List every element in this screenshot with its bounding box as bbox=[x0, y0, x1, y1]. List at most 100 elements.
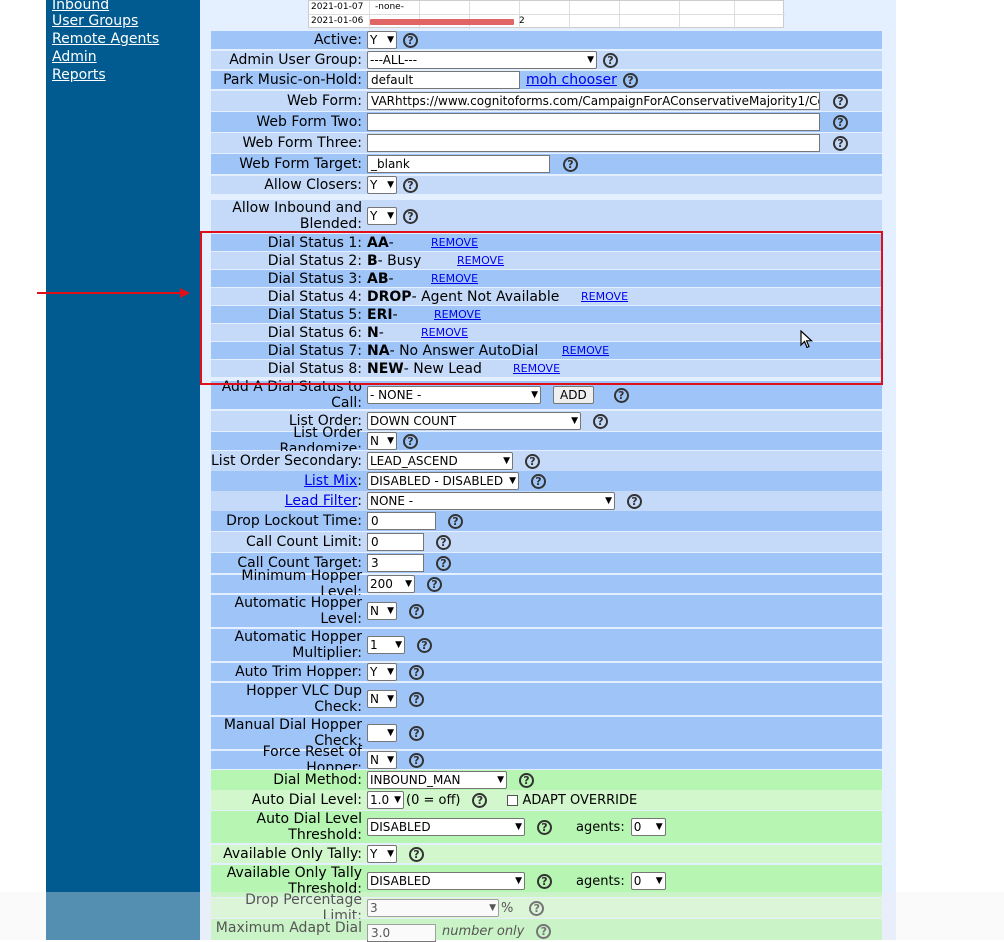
help-icon[interactable]: ? bbox=[436, 555, 451, 571]
help-icon[interactable]: ? bbox=[427, 576, 442, 592]
help-icon[interactable]: ? bbox=[409, 691, 424, 707]
sidebar-link-reports[interactable]: Reports bbox=[52, 66, 106, 84]
remove-link[interactable]: REMOVE bbox=[581, 290, 628, 303]
sidebar-link-admin[interactable]: Admin bbox=[52, 48, 97, 66]
list-order-secondary-select[interactable]: LEAD_ASCEND ▼ bbox=[367, 452, 513, 470]
help-icon[interactable]: ? bbox=[403, 177, 418, 193]
sidebar-link-user-groups[interactable]: User Groups bbox=[52, 12, 138, 30]
help-icon[interactable]: ? bbox=[833, 114, 848, 130]
list-order-randomize-select[interactable]: N ▼ bbox=[367, 432, 397, 450]
dial-status-desc: - bbox=[388, 234, 394, 251]
help-icon[interactable]: ? bbox=[436, 534, 451, 550]
available-only-tally-select[interactable]: Y ▼ bbox=[367, 845, 397, 863]
row-auto-dial-level: Auto Dial Level: 1.0 ▼ (0 = off) ? ADAPT … bbox=[211, 790, 882, 810]
remove-link[interactable]: REMOVE bbox=[431, 272, 478, 285]
available-tally-threshold-select[interactable]: DISABLED ▼ bbox=[367, 872, 525, 890]
row-dial-method: Dial Method: INBOUND_MAN ▼ ? bbox=[211, 770, 882, 790]
help-icon[interactable]: ? bbox=[409, 664, 424, 680]
min-hopper-select[interactable]: 200 ▼ bbox=[367, 575, 415, 593]
active-select[interactable]: Y ▼ bbox=[367, 31, 397, 49]
hopper-vlc-label: Hopper VLC Dup Check: bbox=[246, 683, 362, 715]
allow-closers-select[interactable]: Y ▼ bbox=[367, 176, 397, 194]
remove-link[interactable]: REMOVE bbox=[513, 362, 560, 375]
remove-link[interactable]: REMOVE bbox=[434, 308, 481, 321]
agents-select[interactable]: 0 ▼ bbox=[630, 818, 666, 836]
help-icon[interactable]: ? bbox=[603, 52, 618, 68]
auto-dial-threshold-select[interactable]: DISABLED ▼ bbox=[367, 818, 525, 836]
help-icon[interactable]: ? bbox=[409, 846, 424, 862]
help-icon[interactable]: ? bbox=[593, 413, 608, 429]
chart-value-label: 2 bbox=[519, 16, 525, 26]
help-icon[interactable]: ? bbox=[531, 473, 546, 489]
call-count-target-input[interactable]: 3 bbox=[367, 554, 424, 572]
row-allow-inbound: Allow Inbound and Blended: Y ▼ ? bbox=[211, 200, 882, 232]
park-moh-input[interactable]: default bbox=[367, 71, 520, 89]
help-icon[interactable]: ? bbox=[613, 387, 629, 403]
call-count-limit-input[interactable]: 0 bbox=[367, 533, 424, 551]
web-form-three-input[interactable] bbox=[367, 134, 820, 152]
lead-filter-link[interactable]: Lead Filter bbox=[285, 493, 358, 509]
list-mix-link[interactable]: List Mix bbox=[304, 473, 357, 489]
admin-user-group-select[interactable]: ---ALL--- ▼ bbox=[367, 51, 597, 69]
auto-trim-select[interactable]: Y ▼ bbox=[367, 663, 397, 681]
row-add-dial-status: Add A Dial Status to Call: - NONE - ▼ ADD … bbox=[211, 379, 882, 411]
help-icon[interactable]: ? bbox=[537, 819, 552, 835]
allow-inbound-select[interactable]: Y ▼ bbox=[367, 207, 397, 225]
help-icon[interactable]: ? bbox=[525, 453, 540, 469]
add-button[interactable]: ADD bbox=[553, 386, 594, 404]
help-icon[interactable]: ? bbox=[403, 208, 418, 224]
row-lead-filter: Lead Filter: NONE - ▼ ? bbox=[211, 491, 882, 511]
dial-method-label: Dial Method: bbox=[273, 772, 362, 788]
lead-filter-select[interactable]: NONE - ▼ bbox=[367, 492, 615, 510]
drop-percentage-select[interactable]: 3 ▼ bbox=[367, 899, 499, 917]
help-icon[interactable]: ? bbox=[529, 900, 545, 916]
help-icon[interactable]: ? bbox=[472, 792, 488, 808]
park-moh-label: Park Music-on-Hold: bbox=[223, 72, 362, 88]
list-order-select[interactable]: DOWN COUNT ▼ bbox=[367, 412, 581, 430]
help-icon[interactable]: ? bbox=[409, 725, 424, 741]
remove-link[interactable]: REMOVE bbox=[457, 254, 504, 267]
web-form-three-label: Web Form Three: bbox=[242, 135, 362, 151]
help-icon[interactable]: ? bbox=[409, 752, 424, 768]
web-form-two-input[interactable] bbox=[367, 113, 820, 131]
remove-link[interactable]: REMOVE bbox=[431, 236, 478, 249]
help-icon[interactable]: ? bbox=[417, 637, 432, 653]
auto-dial-level-select[interactable]: 1.0 ▼ bbox=[367, 791, 404, 809]
remove-link[interactable]: REMOVE bbox=[421, 326, 468, 339]
web-form-input[interactable]: VARhttps://www.cognitoforms.com/Campaign… bbox=[367, 92, 820, 110]
help-icon[interactable]: ? bbox=[537, 873, 552, 889]
help-icon[interactable]: ? bbox=[627, 493, 642, 509]
help-icon[interactable]: ? bbox=[409, 603, 424, 619]
auto-dial-level-label: Auto Dial Level: bbox=[251, 792, 362, 808]
call-count-limit-label: Call Count Limit: bbox=[245, 534, 362, 550]
moh-chooser-link[interactable]: moh chooser bbox=[526, 72, 617, 88]
web-form-target-input[interactable]: _blank bbox=[367, 155, 550, 173]
help-icon[interactable]: ? bbox=[833, 135, 848, 151]
max-adapt-dial-input[interactable]: 3.0 bbox=[367, 924, 436, 942]
remove-link[interactable]: REMOVE bbox=[562, 344, 609, 357]
help-icon[interactable]: ? bbox=[519, 772, 534, 788]
drop-lockout-input[interactable]: 0 bbox=[367, 512, 436, 530]
add-dial-status-select[interactable]: - NONE - ▼ bbox=[367, 386, 541, 404]
manual-dial-hopper-select[interactable]: ▼ bbox=[367, 724, 397, 742]
dial-method-select[interactable]: INBOUND_MAN ▼ bbox=[367, 771, 507, 789]
list-mix-select[interactable]: DISABLED - DISABLED ▼ bbox=[367, 472, 519, 490]
auto-hopper-level-select[interactable]: N ▼ bbox=[367, 602, 397, 620]
help-icon[interactable]: ? bbox=[833, 93, 848, 109]
help-icon[interactable]: ? bbox=[403, 433, 418, 449]
sidebar-link-remote-agents[interactable]: Remote Agents bbox=[52, 30, 159, 48]
auto-hopper-multiplier-select[interactable]: 1 ▼ bbox=[367, 636, 405, 654]
agents-select[interactable]: 0 ▼ bbox=[630, 872, 666, 890]
help-icon[interactable]: ? bbox=[403, 32, 418, 48]
admin-user-group-label: Admin User Group: bbox=[229, 52, 362, 68]
row-web-form-target: Web Form Target: _blank ? bbox=[211, 154, 882, 174]
hopper-vlc-select[interactable]: N ▼ bbox=[367, 690, 397, 708]
adapt-override-checkbox[interactable] bbox=[507, 794, 519, 806]
auto-dial-level-note: (0 = off) bbox=[406, 792, 461, 808]
help-icon[interactable]: ? bbox=[536, 924, 552, 939]
help-icon[interactable]: ? bbox=[563, 156, 578, 172]
annotation-arrow bbox=[37, 292, 182, 294]
force-reset-select[interactable]: N ▼ bbox=[367, 751, 397, 769]
help-icon[interactable]: ? bbox=[448, 513, 463, 529]
help-icon[interactable]: ? bbox=[622, 72, 638, 88]
